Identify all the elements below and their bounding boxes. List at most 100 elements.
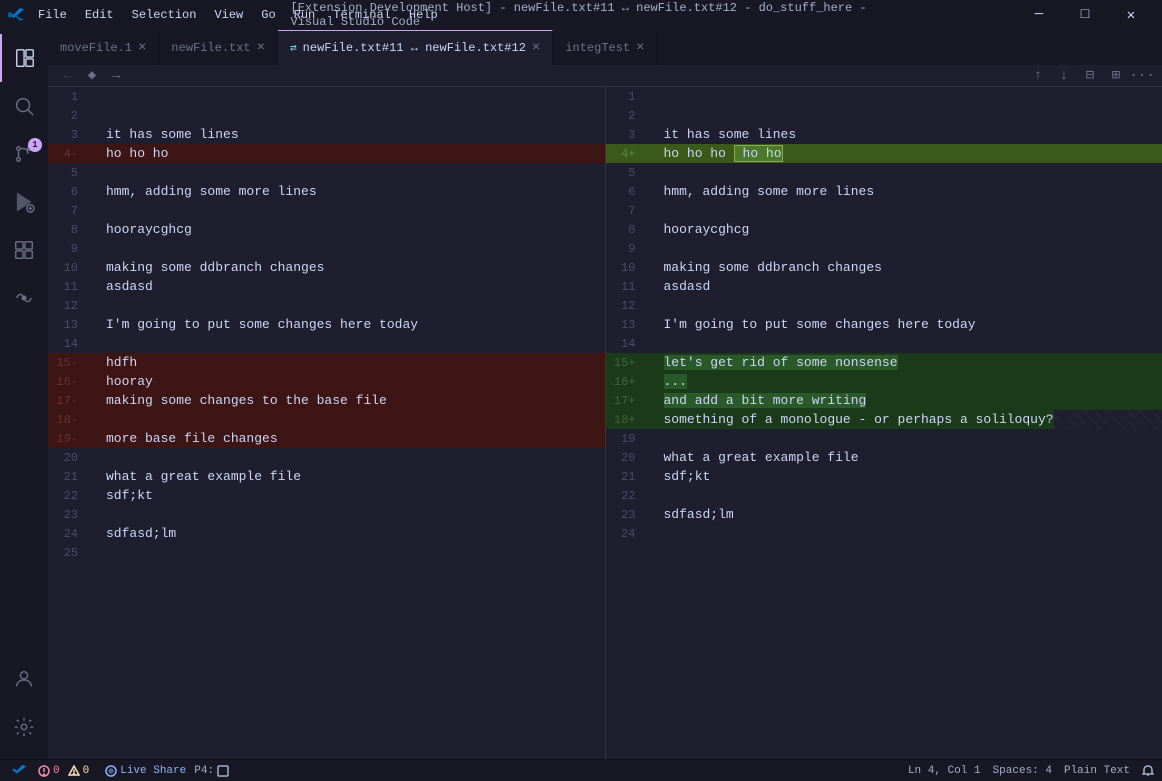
table-row: 24 sdfasd;lm bbox=[48, 524, 605, 543]
editor-area: moveFile.1 × newFile.txt × ⇄ newFile.txt… bbox=[48, 30, 1162, 759]
table-row: 21 what a great example file bbox=[48, 467, 605, 486]
table-row: 6 hmm, adding some more lines bbox=[606, 182, 1162, 201]
nav-next-change-button[interactable]: ↓ bbox=[1052, 65, 1076, 87]
diff-editor: 1 2 3 bbox=[48, 87, 1162, 759]
menu-view[interactable]: View bbox=[206, 6, 251, 24]
minimize-button[interactable]: ─ bbox=[1016, 0, 1062, 30]
left-diff-pane: 1 2 3 bbox=[48, 87, 605, 759]
status-position[interactable]: Ln 4, Col 1 bbox=[908, 765, 981, 777]
status-notifications[interactable] bbox=[1142, 765, 1154, 777]
table-row: 8 hooraycghcg bbox=[606, 220, 1162, 239]
status-spaces[interactable]: Spaces: 4 bbox=[993, 765, 1052, 777]
right-code-lines: 1 2 3 bbox=[606, 87, 1162, 759]
table-row: 23 sdfasd;lm bbox=[606, 505, 1162, 524]
table-row: 3 it has some lines bbox=[48, 125, 605, 144]
window-controls: ─ □ ✕ bbox=[1016, 0, 1154, 30]
table-row: 6 hmm, adding some more lines bbox=[48, 182, 605, 201]
table-row: 2 bbox=[606, 106, 1162, 125]
menu-edit[interactable]: Edit bbox=[77, 6, 122, 24]
window-title: [Extension Development Host] - newFile.t… bbox=[291, 1, 872, 29]
table-row: 2 bbox=[48, 106, 605, 125]
table-row: 20 bbox=[48, 448, 605, 467]
status-errors[interactable]: 0 bbox=[38, 765, 60, 777]
activity-icon-accounts[interactable] bbox=[0, 655, 48, 703]
right-diff-pane: 1 2 3 bbox=[606, 87, 1162, 759]
tabs-bar: moveFile.1 × newFile.txt × ⇄ newFile.txt… bbox=[48, 30, 1162, 65]
table-row: 9 bbox=[606, 239, 1162, 258]
activity-icon-source-control[interactable]: 1 bbox=[0, 130, 48, 178]
status-live-share[interactable]: Live Share bbox=[105, 765, 186, 777]
tab-label: integTest bbox=[565, 41, 630, 55]
table-row: 17+ and add a bit more writing bbox=[606, 391, 1162, 410]
table-row: 22 bbox=[606, 486, 1162, 505]
tab-diff[interactable]: ⇄ newFile.txt#11 ↔ newFile.txt#12 × bbox=[278, 30, 553, 65]
activity-icon-extensions[interactable] bbox=[0, 226, 48, 274]
source-control-badge: 1 bbox=[28, 138, 42, 152]
table-row: 18+ something of a monologue - or perhap… bbox=[606, 410, 1162, 429]
table-row: 7 bbox=[606, 201, 1162, 220]
table-row: 18- bbox=[48, 410, 605, 429]
nav-right-controls: ↑ ↓ ⊟ ⊞ ··· bbox=[1026, 65, 1154, 87]
menu-selection[interactable]: Selection bbox=[124, 6, 205, 24]
table-row: 24 bbox=[606, 524, 1162, 543]
tab-close-integtest[interactable]: × bbox=[636, 41, 644, 55]
tab-close-movefile[interactable]: × bbox=[138, 41, 146, 55]
table-row: 15+ let's get rid of some nonsense bbox=[606, 353, 1162, 372]
table-row: 23 bbox=[48, 505, 605, 524]
activity-icon-run[interactable] bbox=[0, 178, 48, 226]
table-row: 16- hooray bbox=[48, 372, 605, 391]
activity-icon-settings[interactable] bbox=[0, 703, 48, 751]
nav-toggle-inline-button[interactable]: ⊟ bbox=[1078, 65, 1102, 87]
menu-go[interactable]: Go bbox=[253, 6, 283, 24]
nav-prev-change-button[interactable]: ↑ bbox=[1026, 65, 1050, 87]
position-label: Ln 4, Col 1 bbox=[908, 765, 981, 777]
status-vscode-icon[interactable] bbox=[8, 764, 30, 778]
close-button[interactable]: ✕ bbox=[1108, 0, 1154, 30]
maximize-button[interactable]: □ bbox=[1062, 0, 1108, 30]
nav-forward-button[interactable]: → bbox=[104, 65, 128, 87]
spaces-label: Spaces: 4 bbox=[993, 765, 1052, 777]
table-row: 10 making some ddbranch changes bbox=[48, 258, 605, 277]
table-row: 11 asdasd bbox=[606, 277, 1162, 296]
nav-back-button[interactable]: ← bbox=[56, 65, 80, 87]
status-p4[interactable]: P4: bbox=[194, 765, 229, 777]
nav-more-button[interactable]: ··· bbox=[1130, 65, 1154, 87]
tab-newfiletxt[interactable]: newFile.txt × bbox=[159, 30, 278, 65]
activity-icon-explorer[interactable] bbox=[0, 34, 48, 82]
left-code-scroll[interactable]: 1 2 3 bbox=[48, 87, 605, 759]
tab-movefile[interactable]: moveFile.1 × bbox=[48, 30, 159, 65]
main-layout: 1 moveFile.1 × newFile bbox=[0, 30, 1162, 759]
table-row: 10 making some ddbranch changes bbox=[606, 258, 1162, 277]
activity-bar-bottom bbox=[0, 655, 48, 751]
tab-close-diff[interactable]: × bbox=[532, 41, 540, 55]
tab-integtest[interactable]: integTest × bbox=[553, 30, 657, 65]
language-label: Plain Text bbox=[1064, 765, 1130, 777]
table-row: 1 bbox=[606, 87, 1162, 106]
title-bar: File Edit Selection View Go Run Terminal… bbox=[0, 0, 1162, 30]
table-row: 15- hdfh bbox=[48, 353, 605, 372]
status-warnings[interactable]: 0 bbox=[68, 765, 90, 777]
warning-count: 0 bbox=[83, 765, 90, 777]
tab-label: newFile.txt bbox=[171, 41, 250, 55]
nav-split-button[interactable]: ⊞ bbox=[1104, 65, 1128, 87]
vscode-logo bbox=[8, 7, 24, 23]
status-language[interactable]: Plain Text bbox=[1064, 765, 1130, 777]
tab-close-newfiletxt[interactable]: × bbox=[257, 41, 265, 55]
tab-label: moveFile.1 bbox=[60, 41, 132, 55]
menu-file[interactable]: File bbox=[30, 6, 75, 24]
live-share-label: Live Share bbox=[120, 765, 186, 777]
activity-icon-remote[interactable] bbox=[0, 274, 48, 322]
diff-tab-icon: ⇄ bbox=[290, 41, 297, 55]
nav-pin-button[interactable]: ◆ bbox=[80, 65, 104, 87]
left-code-lines: 1 2 3 bbox=[48, 87, 605, 759]
right-code-scroll[interactable]: 1 2 3 bbox=[606, 87, 1162, 759]
breadcrumb-nav: ← ◆ → ↑ ↓ ⊟ ⊞ ··· bbox=[48, 65, 1162, 87]
table-row: 7 bbox=[48, 201, 605, 220]
table-row: 19 bbox=[606, 429, 1162, 448]
table-row: 25 bbox=[48, 543, 605, 562]
table-row: 9 bbox=[48, 239, 605, 258]
activity-icon-search[interactable] bbox=[0, 82, 48, 130]
table-row: 8 hooraycghcg bbox=[48, 220, 605, 239]
p4-label: P4: bbox=[194, 765, 214, 777]
table-row: 12 bbox=[606, 296, 1162, 315]
